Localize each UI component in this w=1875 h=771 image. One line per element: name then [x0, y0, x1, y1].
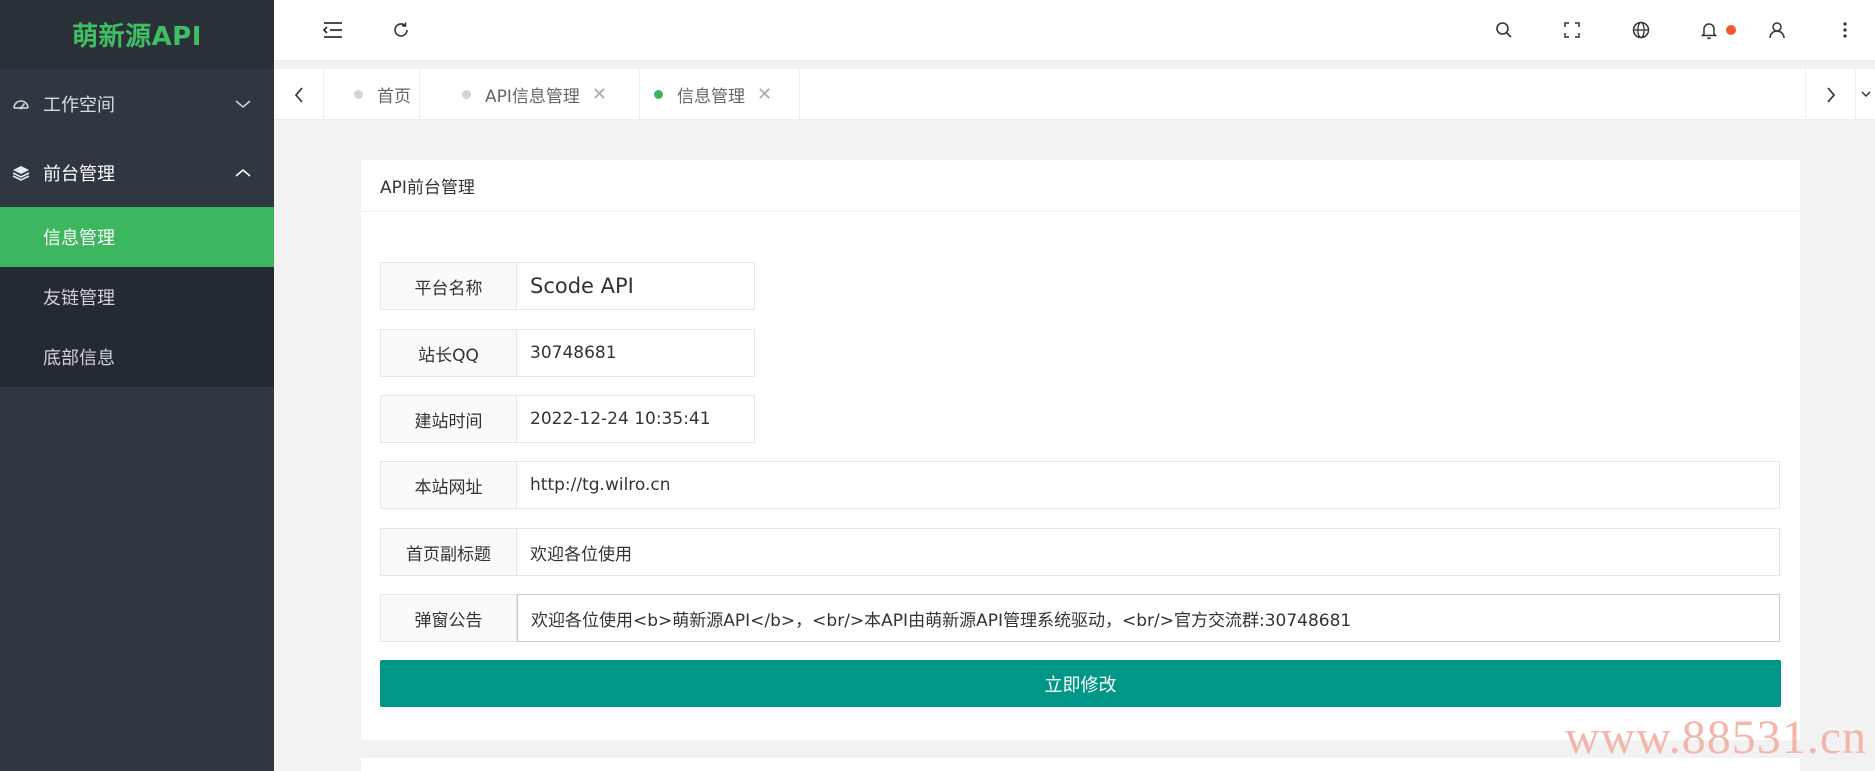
- watermark: www.88531.cn: [1564, 711, 1867, 764]
- build-time-input[interactable]: 2022-12-24 10:35:41: [517, 396, 754, 442]
- field-platform-name: 平台名称 Scode API: [380, 262, 755, 310]
- home-subtitle-input[interactable]: 欢迎各位使用: [517, 529, 1779, 575]
- sidebar-item-links-management[interactable]: 友链管理: [0, 267, 274, 327]
- field-label: 建站时间: [381, 396, 517, 442]
- sidebar-item-info-management[interactable]: 信息管理: [0, 207, 274, 267]
- close-icon[interactable]: ✕: [592, 84, 607, 105]
- webmaster-qq-input[interactable]: 30748681: [517, 330, 754, 376]
- sidebar: 萌新源API 工作空间 前台管理 信息管理 友链管理 底部信息: [0, 0, 274, 771]
- field-label: 平台名称: [381, 263, 517, 309]
- tab-status-dot: [462, 90, 471, 99]
- chevron-left-icon: [294, 86, 303, 103]
- platform-name-input[interactable]: Scode API: [517, 263, 754, 309]
- notification-dot: [1726, 25, 1736, 35]
- refresh-icon[interactable]: [388, 17, 414, 43]
- chevron-up-icon: [235, 168, 251, 177]
- field-label: 弹窗公告: [381, 595, 517, 641]
- site-url-input[interactable]: http://tg.wilro.cn: [517, 462, 1779, 508]
- user-icon[interactable]: [1764, 17, 1790, 43]
- tab-status-dot: [654, 90, 663, 99]
- tab-info-management[interactable]: 信息管理 ✕: [636, 69, 800, 120]
- chevron-down-icon: [235, 99, 251, 108]
- sidebar-group-label: 前台管理: [43, 163, 115, 185]
- sidebar-group-label: 工作空间: [43, 94, 115, 116]
- sidebar-group-frontend[interactable]: 前台管理: [0, 138, 274, 207]
- field-label: 本站网址: [381, 462, 517, 508]
- tabs-scroll-right[interactable]: [1805, 69, 1855, 120]
- top-header: [274, 0, 1875, 61]
- field-build-time: 建站时间 2022-12-24 10:35:41: [380, 395, 755, 443]
- tab-label: API信息管理: [485, 87, 580, 107]
- tab-status-dot: [354, 90, 363, 99]
- field-home-subtitle: 首页副标题 欢迎各位使用: [380, 528, 1780, 576]
- globe-icon[interactable]: [1628, 17, 1654, 43]
- search-icon[interactable]: [1491, 17, 1517, 43]
- tab-bar: 首页 API信息管理 ✕ 信息管理 ✕: [274, 69, 1875, 120]
- fullscreen-icon[interactable]: [1559, 17, 1585, 43]
- tab-label: 信息管理: [677, 87, 745, 107]
- field-label: 站长QQ: [381, 330, 517, 376]
- field-webmaster-qq: 站长QQ 30748681: [380, 329, 755, 377]
- bell-icon[interactable]: [1696, 17, 1722, 43]
- more-icon[interactable]: [1832, 17, 1858, 43]
- field-site-url: 本站网址 http://tg.wilro.cn: [380, 461, 1780, 509]
- chevron-right-icon: [1826, 86, 1835, 103]
- chevron-down-icon: [1860, 90, 1871, 97]
- field-popup-notice: 弹窗公告 欢迎各位使用<b>萌新源API</b>，<br/>本API由萌新源AP…: [380, 594, 1780, 642]
- sidebar-subnav: 信息管理 友链管理 底部信息: [0, 207, 274, 387]
- tabs-dropdown[interactable]: [1855, 69, 1875, 120]
- app-logo[interactable]: 萌新源API: [0, 0, 274, 69]
- field-label: 首页副标题: [381, 529, 517, 575]
- tab-home[interactable]: 首页: [324, 69, 420, 120]
- api-frontend-card: API前台管理 平台名称 Scode API 站长QQ 30748681 建站时…: [361, 160, 1800, 740]
- submit-button[interactable]: 立即修改: [380, 660, 1781, 707]
- close-icon[interactable]: ✕: [757, 84, 772, 105]
- sidebar-item-footer-info[interactable]: 底部信息: [0, 327, 274, 387]
- sidebar-group-workspace[interactable]: 工作空间: [0, 69, 274, 138]
- popup-notice-input[interactable]: 欢迎各位使用<b>萌新源API</b>，<br/>本API由萌新源API管理系统…: [517, 594, 1780, 642]
- card-title: API前台管理: [361, 160, 1800, 212]
- tab-api-info-management[interactable]: API信息管理 ✕: [446, 69, 640, 120]
- menu-fold-icon[interactable]: [320, 17, 346, 43]
- tabs-scroll-left[interactable]: [274, 69, 324, 120]
- tab-label: 首页: [377, 87, 411, 107]
- layers-icon: [10, 162, 32, 184]
- dashboard-icon: [10, 93, 32, 115]
